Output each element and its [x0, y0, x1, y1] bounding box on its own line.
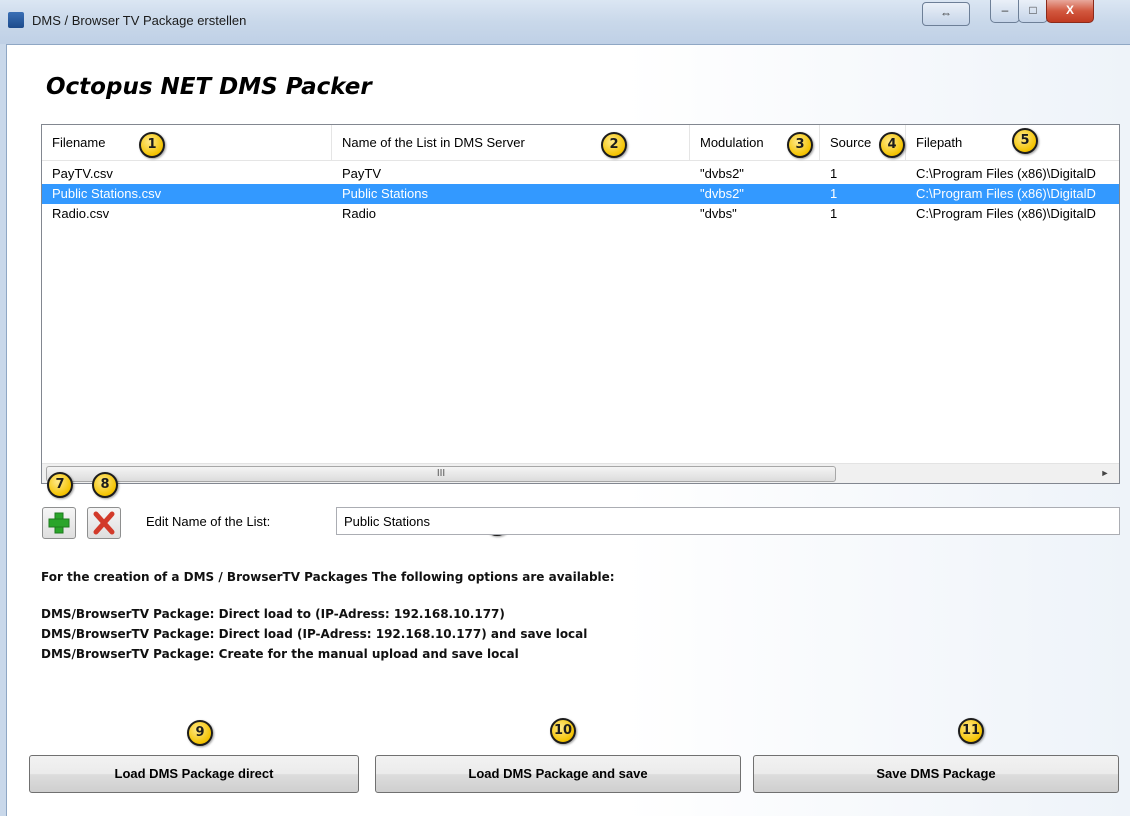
window-frame: [0, 44, 7, 816]
app-icon: [8, 12, 24, 28]
load-direct-button[interactable]: Load DMS Package direct: [29, 755, 359, 793]
callout-7: 7: [47, 472, 73, 498]
horizontal-scrollbar[interactable]: III ►: [42, 463, 1119, 483]
cell-list-name: Radio: [342, 206, 376, 221]
callout-4: 4: [879, 132, 905, 158]
info-option-3: DMS/BrowserTV Package: Create for the ma…: [41, 647, 519, 661]
info-option-2: DMS/BrowserTV Package: Direct load (IP-A…: [41, 627, 588, 641]
callout-3: 3: [787, 132, 813, 158]
edit-name-label: Edit Name of the List:: [146, 514, 271, 529]
save-package-button[interactable]: Save DMS Package: [753, 755, 1119, 793]
cell-source: 1: [830, 206, 838, 221]
cell-list-name: Public Stations: [342, 186, 428, 201]
window-titlebar[interactable]: DMS / Browser TV Package erstellen ⇔ – □…: [0, 0, 1130, 45]
list-header: Filename Name of the List in DMS Server …: [42, 125, 1119, 161]
load-save-button[interactable]: Load DMS Package and save: [375, 755, 741, 793]
callout-2: 2: [601, 132, 627, 158]
callout-11: 11: [958, 718, 984, 744]
table-row-selected[interactable]: Public Stations.csv Public Stations "dvb…: [42, 184, 1119, 204]
cell-filename: Radio.csv: [52, 206, 110, 221]
table-row[interactable]: PayTV.csv PayTV "dvbs2" 1 C:\Program Fil…: [42, 164, 1119, 184]
callout-8: 8: [92, 472, 118, 498]
cell-modulation: "dvbs2": [700, 186, 744, 201]
maximize-button[interactable]: □: [1018, 0, 1048, 23]
table-row[interactable]: Radio.csv Radio "dvbs" 1 C:\Program File…: [42, 204, 1119, 224]
delete-list-button[interactable]: [87, 507, 121, 539]
cell-list-name: PayTV: [342, 166, 382, 181]
column-header-filename[interactable]: Filename: [42, 125, 332, 160]
delete-x-icon: [93, 511, 115, 535]
scrollbar-thumb[interactable]: III: [46, 466, 836, 482]
callout-5: 5: [1012, 128, 1038, 154]
cell-filepath: C:\Program Files (x86)\DigitalD: [916, 206, 1096, 221]
close-button[interactable]: X: [1046, 0, 1094, 23]
cell-modulation: "dvbs": [700, 206, 737, 221]
info-option-1: DMS/BrowserTV Package: Direct load to (I…: [41, 607, 505, 621]
cell-filename: Public Stations.csv: [52, 186, 162, 201]
callout-10: 10: [550, 718, 576, 744]
minimize-button[interactable]: –: [990, 0, 1020, 23]
callout-1: 1: [139, 132, 165, 158]
cell-filepath: C:\Program Files (x86)\DigitalD: [916, 186, 1096, 201]
cell-filename: PayTV.csv: [52, 166, 113, 181]
callout-9: 9: [187, 720, 213, 746]
cell-source: 1: [830, 186, 838, 201]
page-title: Octopus NET DMS Packer: [46, 74, 372, 100]
csv-list-view[interactable]: Filename Name of the List in DMS Server …: [41, 124, 1120, 484]
plus-icon: [48, 512, 70, 534]
resize-button[interactable]: ⇔: [922, 2, 970, 26]
edit-name-input[interactable]: [336, 507, 1120, 535]
cell-modulation: "dvbs2": [700, 166, 744, 181]
column-header-list-name[interactable]: Name of the List in DMS Server: [332, 125, 690, 160]
cell-filepath: C:\Program Files (x86)\DigitalD: [916, 166, 1096, 181]
window-title: DMS / Browser TV Package erstellen: [32, 13, 247, 28]
add-list-button[interactable]: [42, 507, 76, 539]
cell-source: 1: [830, 166, 838, 181]
scroll-right-icon[interactable]: ►: [1098, 466, 1112, 480]
info-intro: For the creation of a DMS / BrowserTV Pa…: [41, 570, 615, 584]
